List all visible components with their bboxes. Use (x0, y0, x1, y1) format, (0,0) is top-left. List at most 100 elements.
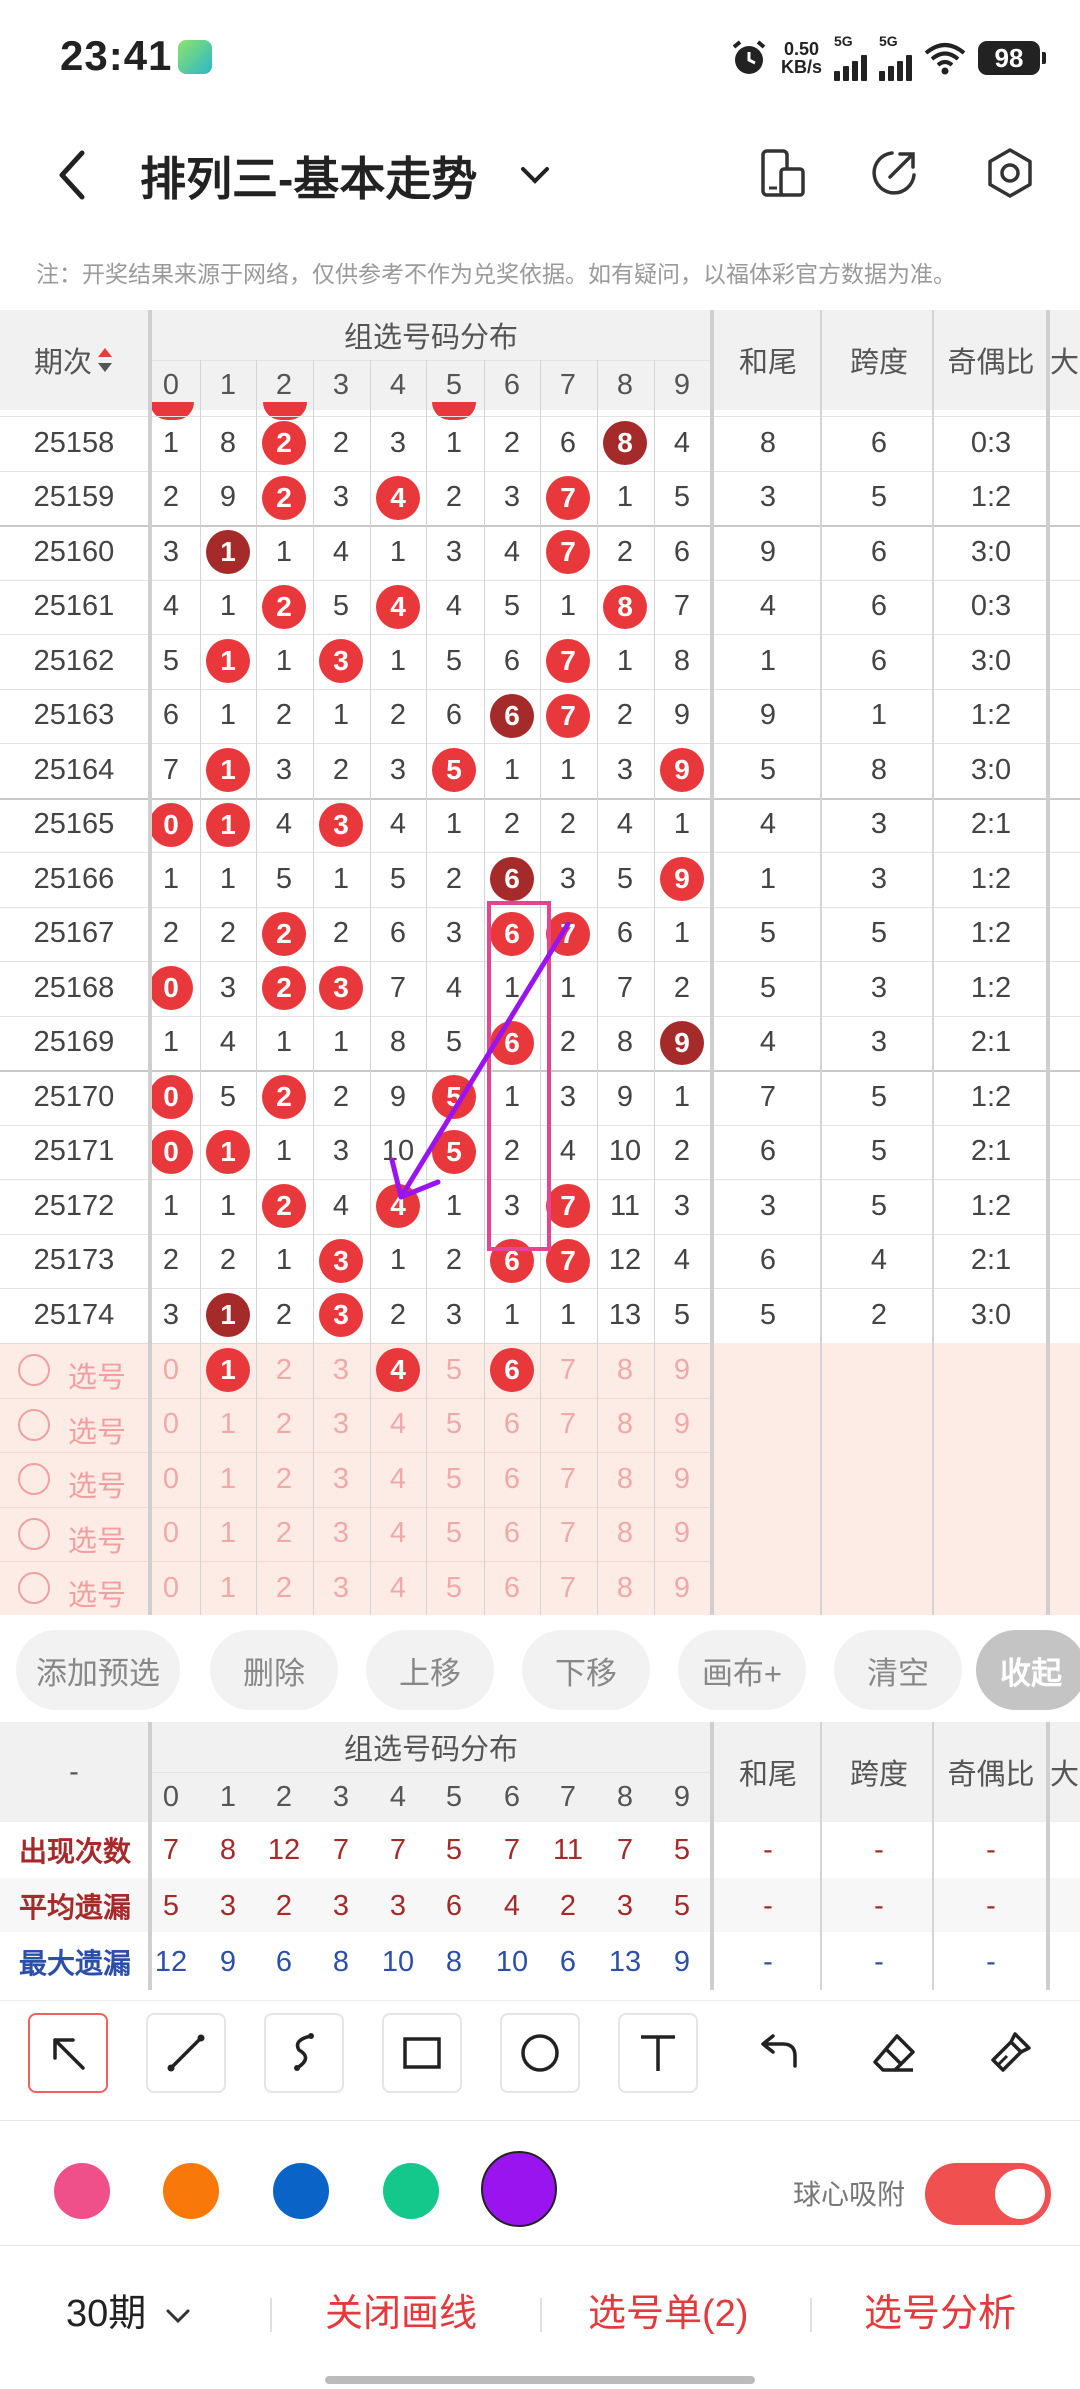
col-odd-even-header[interactable]: 奇偶比 (936, 310, 1046, 410)
col-span-header[interactable]: 跨度 (824, 310, 934, 410)
number-ball[interactable]: 7 (546, 475, 590, 520)
pick-digit[interactable]: 3 (313, 1452, 369, 1507)
settings-icon[interactable] (982, 145, 1038, 201)
pick-digit[interactable]: 9 (654, 1507, 710, 1562)
pick-digit[interactable]: 7 (540, 1398, 596, 1453)
phone-layout-icon[interactable] (755, 145, 811, 201)
pick-digit[interactable]: 8 (597, 1507, 653, 1562)
pick-digit[interactable]: 3 (313, 1507, 369, 1562)
page-title[interactable]: 排列三-基本走势 (140, 143, 477, 209)
pick-digit[interactable]: 2 (256, 1343, 312, 1398)
number-ball[interactable]: 8 (603, 584, 647, 629)
pick-digit[interactable]: 4 (370, 1561, 426, 1615)
move-up-button[interactable]: 上移 (366, 1630, 494, 1710)
col-big-small-header[interactable]: 大 (1050, 310, 1080, 410)
number-ball[interactable]: 2 (262, 584, 306, 629)
undo-icon[interactable] (736, 2013, 816, 2093)
number-ball[interactable]: 9 (660, 748, 704, 793)
number-ball[interactable]: 4 (376, 1184, 420, 1229)
number-ball[interactable]: 3 (319, 966, 363, 1011)
number-ball[interactable]: 2 (262, 1075, 306, 1120)
number-ball[interactable]: 9 (660, 1020, 704, 1065)
number-ball[interactable]: 6 (490, 857, 534, 902)
pick-digit[interactable]: 2 (256, 1561, 312, 1615)
pick-list-button[interactable]: 选号单(2) (588, 2282, 748, 2337)
color-swatch-orange[interactable] (163, 2163, 219, 2219)
number-ball[interactable]: 3 (319, 802, 363, 847)
pick-digit[interactable]: 7 (540, 1561, 596, 1615)
number-ball[interactable]: 2 (262, 475, 306, 520)
clear-button[interactable]: 清空 (834, 1630, 962, 1710)
pick-digit[interactable]: 5 (426, 1561, 482, 1615)
pick-radio[interactable] (18, 1517, 50, 1550)
selected-pick-ball[interactable]: 6 (490, 1348, 534, 1393)
number-ball[interactable]: 0 (149, 1075, 193, 1120)
pick-radio[interactable] (18, 1354, 50, 1386)
pick-digit[interactable]: 6 (484, 1398, 540, 1453)
period-count-selector[interactable]: 30期 (66, 2282, 195, 2337)
pick-digit[interactable]: 1 (200, 1507, 256, 1562)
pick-digit[interactable]: 5 (426, 1452, 482, 1507)
number-ball[interactable]: 0 (149, 1129, 193, 1174)
number-ball[interactable]: 6 (490, 1238, 534, 1283)
number-ball[interactable]: 7 (546, 639, 590, 684)
delete-button[interactable]: 删除 (210, 1630, 338, 1710)
pick-digit[interactable]: 8 (597, 1561, 653, 1615)
pick-digit[interactable]: 6 (484, 1561, 540, 1615)
col-period-header[interactable]: 期次 (0, 310, 148, 410)
snap-toggle[interactable] (925, 2163, 1051, 2225)
digit-col-header[interactable]: 6 (484, 360, 540, 410)
number-ball[interactable]: 2 (262, 966, 306, 1011)
pick-digit[interactable]: 8 (597, 1452, 653, 1507)
number-ball[interactable]: 0 (149, 966, 193, 1011)
number-ball[interactable]: 7 (546, 1184, 590, 1229)
number-ball[interactable]: 5 (432, 1129, 476, 1174)
pick-digit[interactable]: 9 (654, 1561, 710, 1615)
col-sum-tail-header[interactable]: 和尾 (714, 310, 822, 410)
add-preselect-button[interactable]: 添加预选 (16, 1630, 180, 1710)
pick-digit[interactable]: 3 (313, 1343, 369, 1398)
pick-digit[interactable]: 8 (597, 1343, 653, 1398)
pick-digit[interactable]: 2 (256, 1398, 312, 1453)
rectangle-icon[interactable] (382, 2013, 462, 2093)
pick-digit[interactable]: 1 (200, 1398, 256, 1453)
number-ball[interactable]: 4 (376, 584, 420, 629)
number-ball[interactable]: 7 (546, 693, 590, 738)
move-down-button[interactable]: 下移 (522, 1630, 650, 1710)
pick-digit[interactable]: 7 (540, 1343, 596, 1398)
number-ball[interactable]: 6 (490, 1020, 534, 1065)
number-ball[interactable]: 7 (546, 530, 590, 575)
digit-col-header[interactable]: 9 (654, 360, 710, 410)
number-ball[interactable]: 5 (432, 1075, 476, 1120)
pick-digit[interactable]: 5 (426, 1398, 482, 1453)
pick-digit[interactable]: 4 (370, 1507, 426, 1562)
digit-col-header[interactable]: 5 (426, 360, 482, 410)
number-ball[interactable]: 4 (376, 475, 420, 520)
number-ball[interactable]: 1 (206, 639, 250, 684)
share-icon[interactable] (866, 145, 922, 201)
number-ball[interactable]: 1 (206, 530, 250, 575)
pick-digit[interactable]: 3 (313, 1398, 369, 1453)
number-ball[interactable]: 1 (206, 802, 250, 847)
pick-radio[interactable] (18, 1463, 50, 1495)
selected-pick-ball[interactable]: 4 (376, 1348, 420, 1393)
number-ball[interactable]: 2 (262, 1184, 306, 1229)
curve-icon[interactable] (264, 2013, 344, 2093)
digit-col-header[interactable]: 1 (200, 360, 256, 410)
color-swatch-green[interactable] (383, 2163, 439, 2219)
pick-radio[interactable] (18, 1572, 50, 1604)
pick-analysis-button[interactable]: 选号分析 (864, 2282, 1016, 2337)
line-icon[interactable] (146, 2013, 226, 2093)
pick-digit[interactable]: 3 (313, 1561, 369, 1615)
number-ball[interactable]: 6 (490, 693, 534, 738)
number-ball[interactable]: 3 (319, 1238, 363, 1283)
number-ball[interactable]: 7 (546, 1238, 590, 1283)
pick-digit[interactable]: 1 (200, 1561, 256, 1615)
pick-digit[interactable]: 1 (200, 1452, 256, 1507)
selected-pick-ball[interactable]: 1 (206, 1348, 250, 1393)
digit-col-header[interactable]: 4 (370, 360, 426, 410)
number-ball[interactable]: 7 (546, 911, 590, 956)
pick-digit[interactable]: 7 (540, 1452, 596, 1507)
pick-digit[interactable]: 9 (654, 1343, 710, 1398)
number-ball[interactable]: 2 (262, 911, 306, 956)
